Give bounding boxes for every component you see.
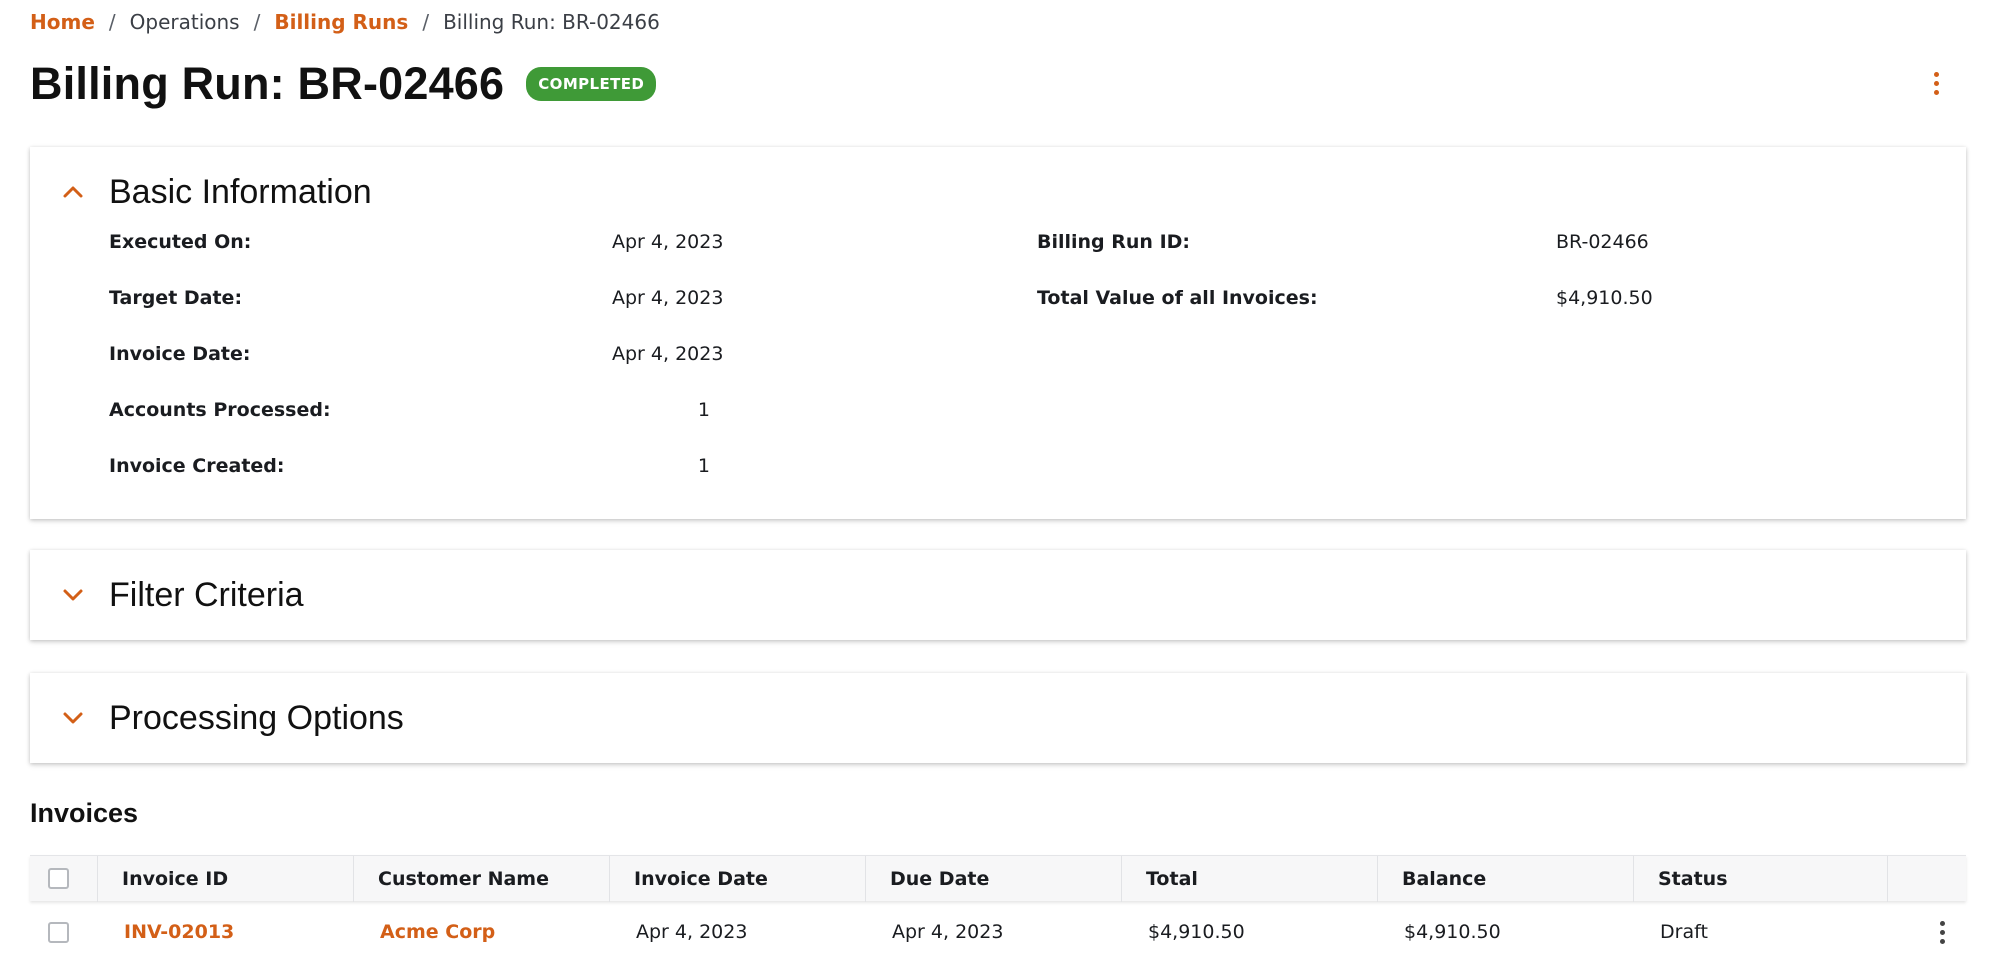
- invoice-date-value: Apr 4, 2023: [612, 343, 724, 365]
- breadcrumb-separator: /: [422, 10, 430, 34]
- chevron-down-icon[interactable]: [61, 583, 85, 607]
- column-header-balance[interactable]: Balance: [1378, 856, 1634, 902]
- breadcrumb: Home / Operations / Billing Runs / Billi…: [30, 8, 660, 36]
- select-all-checkbox[interactable]: [48, 868, 69, 889]
- select-all-cell: [30, 856, 98, 902]
- billing-run-id-value: BR-02466: [1556, 231, 1649, 253]
- status-badge: COMPLETED: [526, 67, 657, 101]
- target-date-value: Apr 4, 2023: [612, 287, 724, 309]
- basic-information-panel: Basic Information Executed On: Apr 4, 20…: [30, 147, 1966, 519]
- column-header-invoice-id[interactable]: Invoice ID: [98, 856, 354, 902]
- invoice-date-label: Invoice Date:: [109, 343, 251, 365]
- status-cell: Draft: [1660, 921, 1708, 943]
- invoice-id-link[interactable]: INV-02013: [124, 907, 234, 957]
- page-header: Billing Run: BR-02466 COMPLETED: [30, 52, 657, 116]
- due-date-cell: Apr 4, 2023: [892, 921, 1004, 943]
- column-header-invoice-date[interactable]: Invoice Date: [610, 856, 866, 902]
- invoices-heading: Invoices: [30, 798, 139, 828]
- total-cell: $4,910.50: [1148, 921, 1245, 943]
- filter-criteria-title: Filter Criteria: [109, 575, 304, 614]
- customer-name-link[interactable]: Acme Corp: [380, 907, 495, 957]
- total-value-value: $4,910.50: [1556, 287, 1653, 309]
- target-date-label: Target Date:: [109, 287, 243, 309]
- invoice-created-value: 1: [697, 455, 710, 477]
- invoice-date-cell: Apr 4, 2023: [636, 921, 748, 943]
- more-vertical-icon[interactable]: [1922, 67, 1950, 99]
- accounts-processed-value: 1: [697, 399, 710, 421]
- column-header-customer-name[interactable]: Customer Name: [354, 856, 610, 902]
- executed-on-value: Apr 4, 2023: [612, 231, 724, 253]
- breadcrumb-billing-runs-link[interactable]: Billing Runs: [274, 10, 408, 34]
- executed-on-label: Executed On:: [109, 231, 252, 253]
- table-header: Invoice ID Customer Name Invoice Date Du…: [30, 855, 1966, 902]
- filter-criteria-header[interactable]: Filter Criteria: [30, 550, 1966, 640]
- chevron-down-icon[interactable]: [61, 706, 85, 730]
- basic-information-header[interactable]: Basic Information: [30, 147, 1966, 237]
- breadcrumb-separator: /: [108, 10, 116, 34]
- processing-options-header[interactable]: Processing Options: [30, 673, 1966, 763]
- more-vertical-icon[interactable]: [1928, 916, 1956, 948]
- accounts-processed-label: Accounts Processed:: [109, 399, 331, 421]
- balance-cell: $4,910.50: [1404, 921, 1501, 943]
- column-header-due-date[interactable]: Due Date: [866, 856, 1122, 902]
- column-header-status[interactable]: Status: [1634, 856, 1888, 902]
- page-title: Billing Run: BR-02466: [30, 58, 505, 109]
- breadcrumb-operations: Operations: [129, 10, 240, 34]
- chevron-up-icon[interactable]: [61, 180, 85, 204]
- processing-options-title: Processing Options: [109, 698, 404, 737]
- column-header-total[interactable]: Total: [1122, 856, 1378, 902]
- processing-options-panel: Processing Options: [30, 673, 1966, 763]
- breadcrumb-current: Billing Run: BR-02466: [443, 10, 660, 34]
- table-row[interactable]: INV-02013 Acme Corp Apr 4, 2023 Apr 4, 2…: [30, 907, 1966, 957]
- total-value-label: Total Value of all Invoices:: [1037, 287, 1318, 309]
- basic-information-title: Basic Information: [109, 172, 372, 211]
- billing-run-id-label: Billing Run ID:: [1037, 231, 1191, 253]
- breadcrumb-separator: /: [253, 10, 261, 34]
- filter-criteria-panel: Filter Criteria: [30, 550, 1966, 640]
- row-select-checkbox[interactable]: [48, 922, 69, 943]
- invoice-created-label: Invoice Created:: [109, 455, 285, 477]
- breadcrumb-home-link[interactable]: Home: [30, 10, 95, 34]
